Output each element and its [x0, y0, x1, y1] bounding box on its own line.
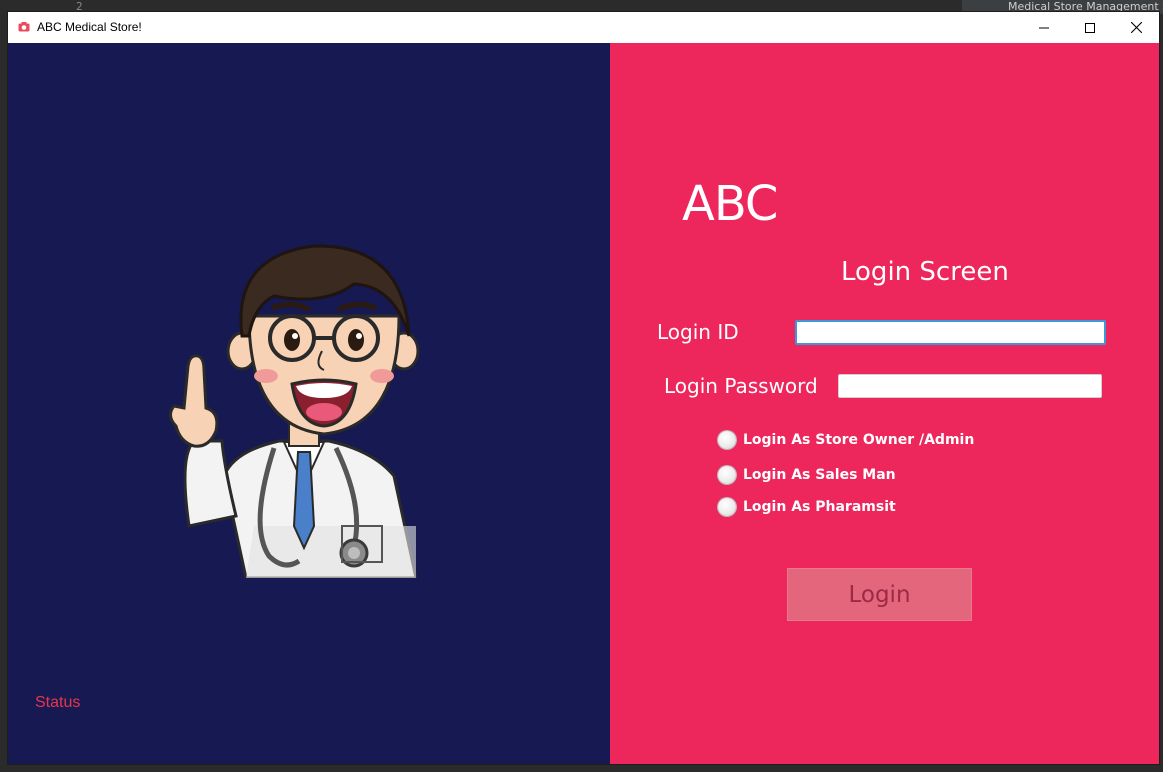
brand-title: ABC — [682, 176, 778, 232]
app-icon — [18, 22, 30, 32]
login-id-label: Login ID — [657, 320, 739, 344]
role-label-salesman: Login As Sales Man — [743, 467, 896, 483]
minimize-icon — [1039, 27, 1049, 28]
window-title: ABC Medical Store! — [37, 20, 142, 34]
close-icon — [1130, 22, 1142, 33]
radio-button[interactable] — [718, 466, 736, 484]
status-label: Status — [35, 694, 81, 711]
minimize-button[interactable] — [1021, 12, 1067, 43]
login-id-input[interactable] — [795, 320, 1106, 345]
maximize-button[interactable] — [1067, 12, 1113, 43]
role-label-pharmacist: Login As Pharamsit — [743, 499, 896, 515]
login-password-label: Login Password — [664, 374, 818, 398]
login-password-input[interactable] — [838, 374, 1102, 398]
left-panel: Status — [8, 43, 610, 764]
close-button[interactable] — [1113, 12, 1159, 43]
doctor-illustration — [169, 244, 420, 578]
role-option-salesman[interactable]: Login As Sales Man — [718, 466, 896, 484]
radio-button[interactable] — [718, 498, 736, 516]
role-label-admin: Login As Store Owner /Admin — [743, 432, 975, 448]
role-option-pharmacist[interactable]: Login As Pharamsit — [718, 498, 896, 516]
login-panel: ABC Login Screen Login ID Login Password… — [610, 43, 1159, 764]
app-window: ABC Medical Store! Status ABC Login Scre… — [8, 12, 1159, 764]
title-bar[interactable]: ABC Medical Store! — [8, 12, 1159, 43]
role-option-admin[interactable]: Login As Store Owner /Admin — [718, 431, 974, 449]
maximize-icon — [1085, 22, 1095, 33]
radio-button[interactable] — [718, 431, 736, 449]
login-screen-title: Login Screen — [841, 257, 1009, 287]
login-button[interactable]: Login — [787, 568, 972, 621]
